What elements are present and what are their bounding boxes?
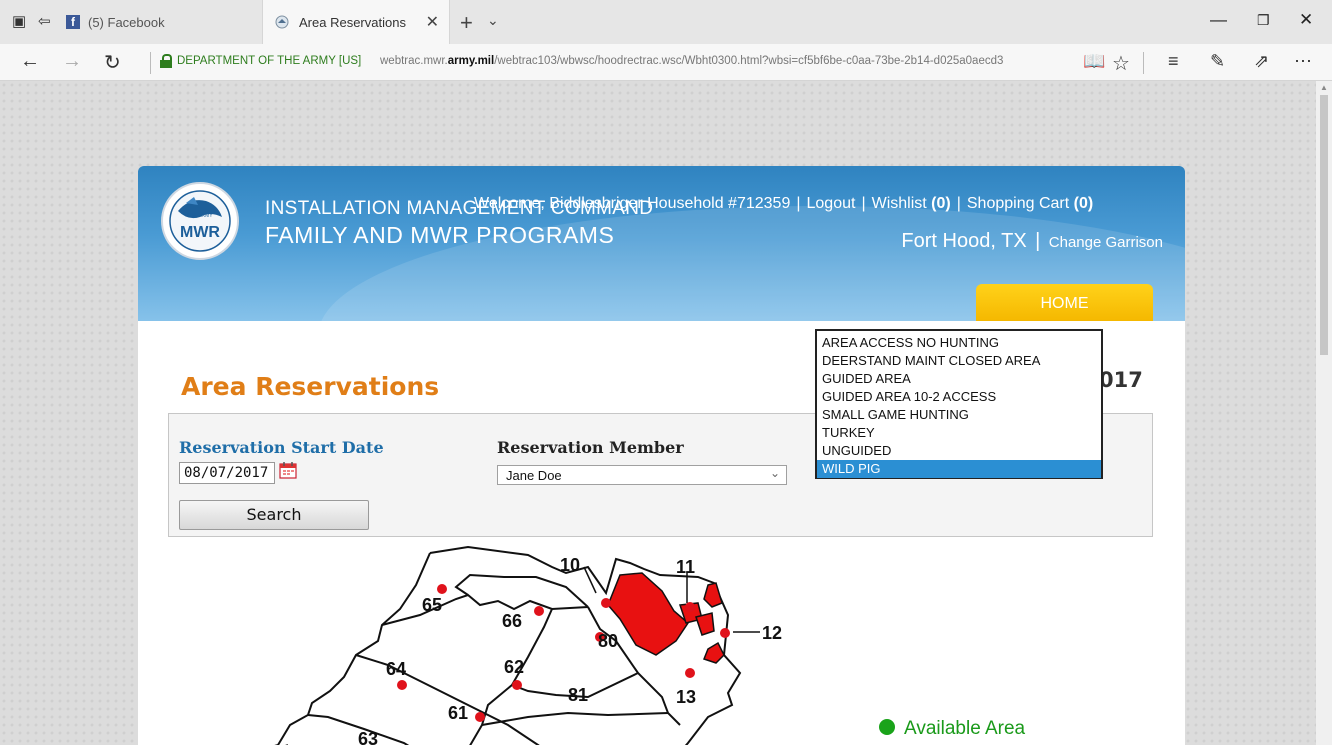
- logout-link[interactable]: Logout: [807, 195, 856, 212]
- hub-icon[interactable]: ≡: [1168, 51, 1179, 72]
- map-label-64: 64: [386, 659, 406, 679]
- change-garrison-link[interactable]: Change Garrison: [1049, 234, 1163, 251]
- dropdown-option[interactable]: GUIDED AREA: [817, 370, 1101, 388]
- minimize-icon[interactable]: —: [1210, 10, 1227, 30]
- account-links: Welcome, Biddlesbriger Household #712359…: [474, 195, 1094, 212]
- area-type-dropdown[interactable]: AREA ACCESS NO HUNTING DEERSTAND MAINT C…: [815, 329, 1103, 479]
- certificate-name[interactable]: DEPARTMENT OF THE ARMY [US]: [177, 55, 361, 67]
- map-label-81: 81: [568, 685, 588, 705]
- address-bar: ← → ↻ DEPARTMENT OF THE ARMY [US] webtra…: [0, 44, 1332, 81]
- calendar-icon[interactable]: [279, 461, 297, 479]
- url-field[interactable]: webtrac.mwr.army.mil/webtrac103/wbwsc/ho…: [380, 55, 1070, 67]
- start-date-label: Reservation Start Date: [179, 438, 384, 457]
- tab-area-reservations-label: Area Reservations: [299, 14, 406, 30]
- org-name-line2: FAMILY AND MWR PROGRAMS: [265, 222, 615, 248]
- map-label-63: 63: [358, 729, 378, 745]
- wishlist-link[interactable]: Wishlist (0): [872, 195, 951, 212]
- start-date-input[interactable]: 08/07/2017: [179, 462, 275, 484]
- share-icon[interactable]: ⇗: [1254, 51, 1269, 72]
- forward-arrow-icon[interactable]: →: [62, 50, 82, 73]
- dropdown-option[interactable]: TURKEY: [817, 424, 1101, 442]
- map-label-62: 62: [504, 657, 524, 677]
- legend-available-label: Available Area: [904, 718, 1026, 739]
- refresh-icon[interactable]: ↻: [104, 50, 121, 75]
- chevron-down-icon: ⌄: [769, 466, 780, 480]
- svg-text:U.S. ARMY: U.S. ARMY: [187, 213, 213, 219]
- map-label-12: 12: [762, 623, 782, 643]
- map-label-61: 61: [448, 703, 468, 723]
- garrison-name: Fort Hood, TX: [901, 230, 1027, 252]
- scroll-up-icon[interactable]: ▲: [1320, 83, 1328, 92]
- dropdown-option[interactable]: DEERSTAND MAINT CLOSED AREA: [817, 352, 1101, 370]
- tab-area-reservations[interactable]: Area Reservations ✕: [262, 0, 450, 44]
- web-note-icon[interactable]: ✎: [1210, 51, 1225, 72]
- nav-home-tab[interactable]: HOME: [976, 284, 1153, 321]
- welcome-text: Welcome, Biddlesbriger Household #712359: [474, 195, 791, 212]
- page-viewport: MWR U.S. ARMY INSTALLATION MANAGEMENT CO…: [0, 81, 1316, 745]
- shopping-cart-link[interactable]: Shopping Cart (0): [967, 195, 1093, 212]
- map-label-10: 10: [560, 555, 580, 575]
- close-window-icon[interactable]: ✕: [1299, 10, 1313, 30]
- map-label-66: 66: [502, 611, 522, 631]
- favorite-star-icon[interactable]: ☆: [1112, 51, 1130, 76]
- more-options-icon[interactable]: ⋯: [1294, 51, 1312, 72]
- member-select[interactable]: Jane Doe ⌄: [497, 465, 787, 485]
- legend-available-swatch: [879, 719, 895, 735]
- page-scrollbar[interactable]: ▲: [1316, 81, 1332, 745]
- chevron-down-icon[interactable]: ⌄: [487, 12, 499, 29]
- map-label-13: 13: [676, 687, 696, 707]
- set-tabs-aside-icon[interactable]: ⇦: [38, 12, 51, 30]
- page-title: Area Reservations: [181, 372, 440, 401]
- member-label: Reservation Member: [497, 438, 684, 457]
- member-select-value: Jane Doe: [506, 468, 562, 483]
- restore-icon[interactable]: ❐: [1257, 12, 1270, 29]
- dropdown-option[interactable]: SMALL GAME HUNTING: [817, 406, 1101, 424]
- date-heading-fragment: 017: [1099, 368, 1143, 392]
- search-button[interactable]: Search: [179, 500, 369, 530]
- browser-tab-bar: ▣ ⇦ f (5) Facebook Area Reservations ✕ +…: [0, 0, 1332, 45]
- area-map: 65 66 10 11 12 80 64 62 81 13 61 63 Avai…: [168, 545, 1153, 745]
- mwr-logo[interactable]: MWR U.S. ARMY: [160, 181, 240, 261]
- new-tab-icon[interactable]: +: [460, 10, 473, 36]
- dropdown-option[interactable]: GUIDED AREA 10-2 ACCESS: [817, 388, 1101, 406]
- map-label-65: 65: [422, 595, 442, 615]
- tab-preview-icon[interactable]: ▣: [12, 12, 26, 30]
- map-label-80: 80: [598, 631, 618, 651]
- reading-view-icon[interactable]: 📖: [1083, 51, 1105, 72]
- garrison-location: Fort Hood, TX | Change Garrison: [901, 230, 1163, 252]
- svg-text:MWR: MWR: [180, 224, 220, 241]
- dropdown-option-selected[interactable]: WILD PIG: [817, 460, 1101, 478]
- site-header: MWR U.S. ARMY INSTALLATION MANAGEMENT CO…: [138, 166, 1185, 321]
- back-arrow-icon[interactable]: ←: [20, 50, 40, 73]
- dropdown-option[interactable]: UNGUIDED: [817, 442, 1101, 460]
- hunting-area-map[interactable]: 65 66 10 11 12 80 64 62 81 13 61 63 Avai…: [168, 545, 1153, 745]
- lock-icon[interactable]: [160, 54, 172, 68]
- army-favicon-icon: [275, 15, 289, 29]
- facebook-icon: f: [66, 15, 80, 29]
- tab-facebook[interactable]: f (5) Facebook: [66, 0, 246, 44]
- scroll-thumb[interactable]: [1320, 95, 1328, 355]
- tab-facebook-label: (5) Facebook: [88, 14, 165, 30]
- dropdown-option[interactable]: AREA ACCESS NO HUNTING: [817, 334, 1101, 352]
- map-label-11: 11: [676, 557, 695, 577]
- close-tab-icon[interactable]: ✕: [426, 12, 439, 32]
